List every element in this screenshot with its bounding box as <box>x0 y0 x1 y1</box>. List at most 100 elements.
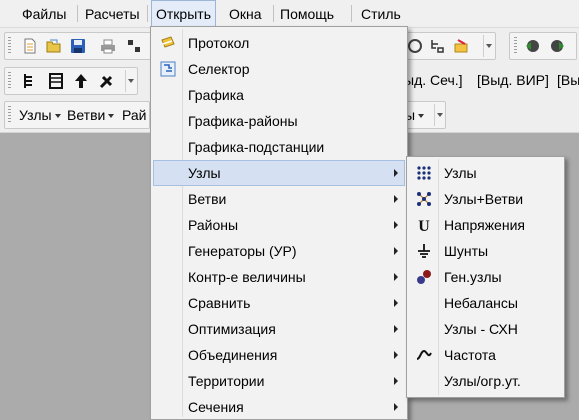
toolbar-group-nav <box>509 32 577 60</box>
menu-item-sections[interactable]: Сечения <box>153 394 405 420</box>
submenu-item-frequency[interactable]: Частота <box>409 342 562 368</box>
menu-item-label: Графика-районы <box>188 113 298 129</box>
submenu-arrow-icon <box>394 247 398 255</box>
submenu-item-nodes-shn[interactable]: Узлы - СХН <box>409 316 562 342</box>
back-navigation-icon[interactable] <box>524 38 540 54</box>
menu-style[interactable]: Стиль <box>361 0 401 27</box>
print-icon[interactable] <box>100 38 116 54</box>
menu-separator <box>147 5 148 22</box>
forward-navigation-icon[interactable] <box>550 38 566 54</box>
dropdown-arrow-icon <box>418 114 425 119</box>
submenu-item-generator-nodes[interactable]: Ген.узлы <box>409 264 562 290</box>
save-icon[interactable] <box>70 38 86 54</box>
menu-item-label: Контр-е величины <box>188 269 306 285</box>
tools-wrench-icon[interactable] <box>99 73 115 89</box>
menu-item-label: Графика <box>188 87 244 103</box>
menu-item-nodes[interactable]: Узлы <box>153 160 405 186</box>
toolbar-grip[interactable] <box>8 37 11 55</box>
tab-selected-vir[interactable]: [Выд. ВИР] <box>477 72 549 88</box>
menu-help[interactable]: Помощь <box>280 0 334 27</box>
voltage-u-icon: U <box>418 218 430 233</box>
table-view-icon[interactable] <box>48 73 64 89</box>
submenu-arrow-icon <box>394 169 398 177</box>
submenu-arrow-icon <box>394 403 398 411</box>
menu-item-generators[interactable]: Генераторы (УР) <box>153 238 405 264</box>
submenu-item-shunts[interactable]: Шунты <box>409 238 562 264</box>
menu-item-unions[interactable]: Объединения <box>153 342 405 368</box>
menu-item-label: Территории <box>188 373 265 389</box>
menu-item-branches[interactable]: Ветви <box>153 186 405 212</box>
submenu-item-nodes[interactable]: Узлы <box>409 160 562 186</box>
menu-item-label: Сравнить <box>188 295 251 311</box>
branches-dropdown-label: Ветви <box>67 107 106 123</box>
menu-item-optimization[interactable]: Оптимизация <box>153 316 405 342</box>
tab-selected-sections[interactable]: ыд. Сеч.] <box>404 72 463 88</box>
new-file-icon[interactable] <box>22 38 38 54</box>
menu-files[interactable]: Файлы <box>22 0 66 27</box>
submenu-arrow-icon <box>394 351 398 359</box>
menu-separator <box>351 5 352 22</box>
toolbar-group-file <box>4 32 152 60</box>
toolbar-group-tools <box>400 32 496 60</box>
toolbar-grip[interactable] <box>8 106 11 124</box>
submenu-arrow-icon <box>394 273 398 281</box>
regions-dropdown[interactable]: Рай <box>122 107 146 123</box>
submenu-item-imbalances[interactable]: Небалансы <box>409 290 562 316</box>
nodes-submenu: Узлы Узлы+Ветви U Напряжения Шунты Ген.у… <box>406 156 565 398</box>
menu-item-graphics-regions[interactable]: Графика-районы <box>153 108 405 134</box>
selector-icon <box>160 61 176 77</box>
menu-calculations[interactable]: Расчеты <box>85 0 140 27</box>
menu-item-selector[interactable]: Селектор <box>153 56 405 82</box>
menu-item-label: Графика-подстанции <box>188 139 325 155</box>
submenu-item-nodes-limits[interactable]: Узлы/огр.ут. <box>409 368 562 394</box>
menu-item-label: Оптимизация <box>188 321 276 337</box>
toolbar-grip[interactable] <box>514 37 517 55</box>
tool-icon[interactable] <box>126 38 142 54</box>
dropdown-arrow-icon <box>54 114 61 119</box>
substation-icon[interactable] <box>429 38 445 54</box>
submenu-item-label: Ген.узлы <box>444 269 502 285</box>
menu-item-regions[interactable]: Районы <box>153 212 405 238</box>
frequency-wave-icon <box>416 349 432 360</box>
menu-item-control-values[interactable]: Контр-е величины <box>153 264 405 290</box>
submenu-item-label: Небалансы <box>444 295 518 311</box>
toolbar-overflow-chevron[interactable] <box>434 104 446 126</box>
menu-item-label: Объединения <box>188 347 278 363</box>
ground-shunt-icon <box>418 244 430 258</box>
mail-flag-icon[interactable] <box>453 38 469 54</box>
menu-item-label: Ветви <box>188 191 227 207</box>
open-menu-dropdown: Протокол Селектор Графика Графика-районы… <box>150 26 408 420</box>
menu-item-label: Селектор <box>188 61 250 77</box>
menu-windows[interactable]: Окна <box>229 0 262 27</box>
circle-tool-icon[interactable] <box>407 38 423 54</box>
nodes-branches-icon <box>417 192 431 206</box>
branches-dropdown[interactable]: Ветви <box>67 107 115 123</box>
toolbar-group-tables: Узлы Ветви Рай <box>4 101 150 129</box>
menu-item-label: Узлы <box>188 165 221 181</box>
menu-item-compare[interactable]: Сравнить <box>153 290 405 316</box>
open-folder-icon[interactable] <box>46 38 62 54</box>
menu-item-protocol[interactable]: Протокол <box>153 30 405 56</box>
toolbar-grip[interactable] <box>8 72 11 90</box>
submenu-item-label: Шунты <box>444 243 489 259</box>
submenu-item-voltages[interactable]: U Напряжения <box>409 212 562 238</box>
nodes-dropdown[interactable]: Узлы <box>19 107 61 123</box>
menu-item-graphics-substations[interactable]: Графика-подстанции <box>153 134 405 160</box>
toolbar-overflow-chevron[interactable] <box>125 70 137 92</box>
menu-item-territories[interactable]: Территории <box>153 368 405 394</box>
dropdown-arrow-icon <box>108 114 115 119</box>
menu-item-graphics[interactable]: Графика <box>153 82 405 108</box>
submenu-item-nodes-branches[interactable]: Узлы+Ветви <box>409 186 562 212</box>
arrow-up-icon[interactable] <box>73 73 89 89</box>
toolbar-overflow-chevron[interactable] <box>483 35 495 57</box>
nodes-dropdown-label: Узлы <box>19 107 52 123</box>
submenu-arrow-icon <box>394 221 398 229</box>
submenu-arrow-icon <box>394 195 398 203</box>
menu-item-label: Районы <box>188 217 239 233</box>
tree-view-icon[interactable] <box>22 73 38 89</box>
menu-item-label: Генераторы (УР) <box>188 243 297 259</box>
menu-separator <box>273 5 274 22</box>
menu-open[interactable]: Открыть <box>151 0 216 27</box>
submenu-item-label: Узлы/огр.ут. <box>444 373 521 389</box>
tab-selected-more[interactable]: [Вы <box>557 72 579 88</box>
